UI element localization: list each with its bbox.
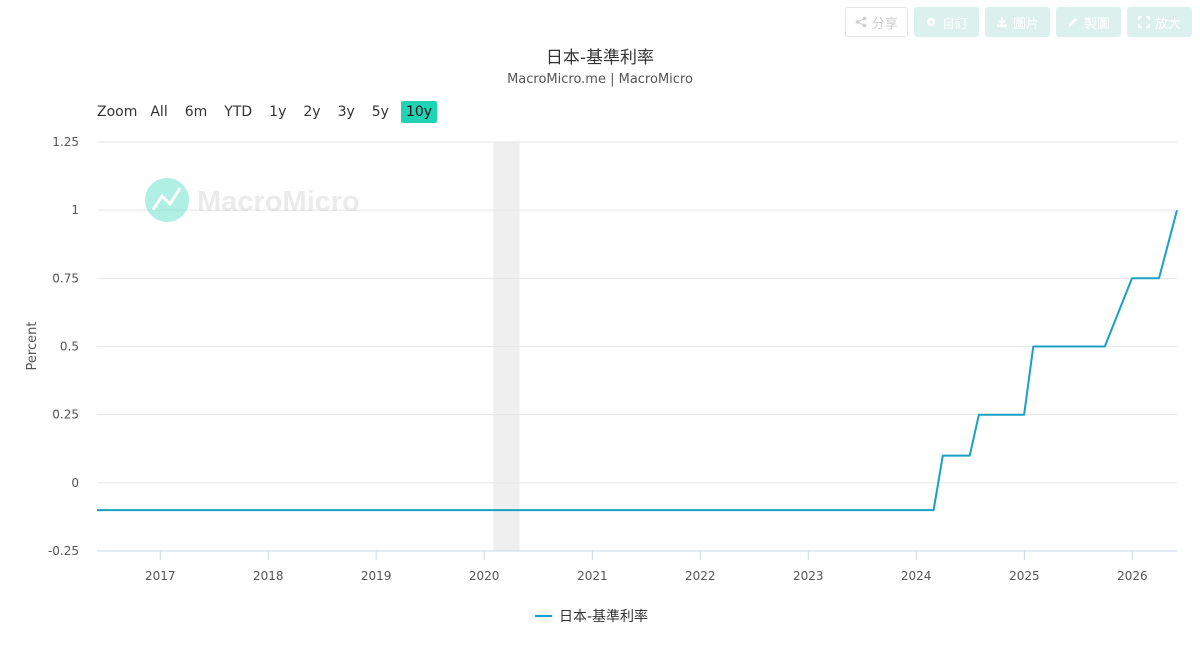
x-tick-label-2: 2019: [361, 569, 392, 583]
chart-plot: MacroMicro -0.2500.250.50.7511.25 2017 20…: [25, 135, 1178, 583]
x-tick-label-6: 2023: [793, 569, 824, 583]
y-tick-label-3: 0.5: [60, 340, 79, 354]
x-tick-label-9: 2026: [1117, 569, 1148, 583]
y-tick-label-5: 1: [71, 203, 79, 217]
y-tick-label-0: -0.25: [48, 544, 79, 558]
y-tick-label-4: 0.75: [52, 271, 79, 285]
y-tick-label-6: 1.25: [52, 135, 79, 149]
x-tick-label-4: 2021: [577, 569, 608, 583]
legend-label: 日本-基準利率: [559, 609, 649, 625]
y-axis-label: Percent: [25, 322, 40, 371]
watermark-text: MacroMicro: [197, 186, 360, 218]
y-tick-label-2: 0.25: [52, 408, 79, 422]
y-axis-ticks: -0.25 0 0.25 0.5 0.75 1 1.25: [48, 135, 79, 558]
legend-item[interactable]: 日本-基準利率: [535, 606, 648, 626]
legend-swatch: [535, 615, 552, 617]
series-layer: [97, 209, 1178, 512]
y-tick-label-1: 0: [71, 476, 79, 490]
x-tick-label-0: 2017: [145, 569, 176, 583]
x-tick-label-5: 2022: [685, 569, 716, 583]
series-line-0: [97, 209, 1178, 512]
x-tick-label-3: 2020: [469, 569, 500, 583]
x-tick-label-8: 2025: [1009, 569, 1040, 583]
watermark-logo: MacroMicro: [145, 178, 360, 222]
x-tick-label-7: 2024: [901, 569, 932, 583]
x-tick-label-1: 2018: [253, 569, 284, 583]
x-axis-ticks: 2017 2018 2019 2020 2021 2022 2023 2024 2025 2026: [145, 551, 1148, 583]
